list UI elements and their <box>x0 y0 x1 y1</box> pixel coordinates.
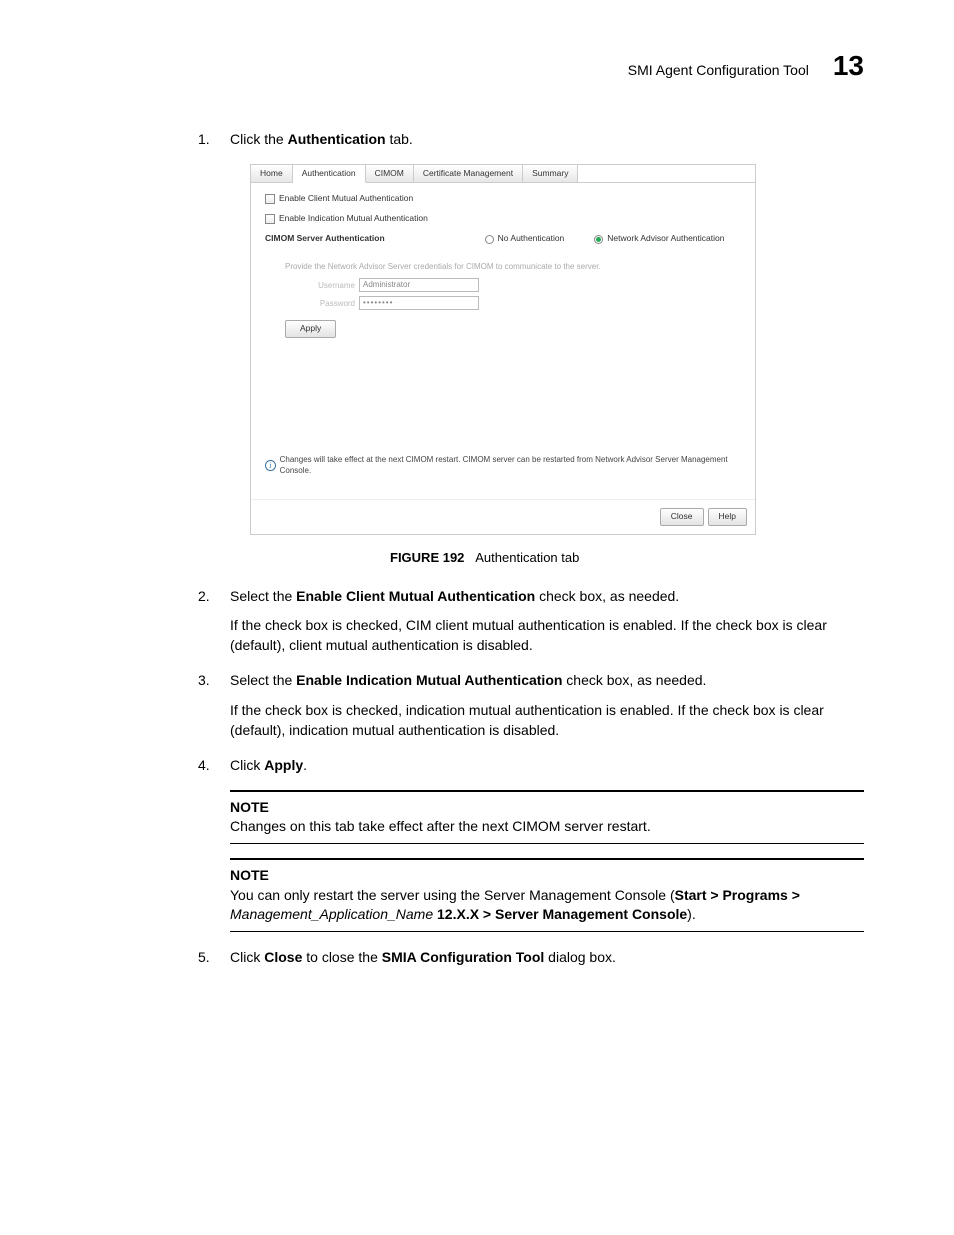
step-2-para: If the check box is checked, CIM client … <box>230 616 864 655</box>
note-2-bold1: Start > Programs > <box>675 887 800 903</box>
step-text-post: check box, as needed. <box>535 588 679 604</box>
step-text-bold: Enable Client Mutual Authentication <box>296 588 535 604</box>
step-2: 2. Select the Enable Client Mutual Authe… <box>230 587 864 656</box>
help-button[interactable]: Help <box>708 508 747 526</box>
tab-cert-mgmt[interactable]: Certificate Management <box>414 165 523 183</box>
info-icon: i <box>265 460 276 471</box>
step-5: 5. Click Close to close the SMIA Configu… <box>230 948 864 968</box>
step-number: 3. <box>198 671 210 691</box>
step-text-bold: Authentication <box>288 131 386 147</box>
step-1: 1. Click the Authentication tab. Home Au… <box>230 130 864 567</box>
figure-caption-text: Authentication tab <box>475 550 579 565</box>
password-label: Password <box>285 298 355 309</box>
tabbar: Home Authentication CIMOM Certificate Ma… <box>251 165 755 184</box>
network-advisor-auth-label: Network Advisor Authentication <box>607 233 724 245</box>
header-title: SMI Agent Configuration Tool <box>628 62 809 78</box>
screenshot-window: Home Authentication CIMOM Certificate Ma… <box>250 164 756 535</box>
note-title: NOTE <box>230 866 864 886</box>
tab-summary[interactable]: Summary <box>523 165 578 183</box>
step-text-post: tab. <box>386 131 413 147</box>
step-text-pre: Select the <box>230 588 296 604</box>
info-text: Changes will take effect at the next CIM… <box>280 454 741 476</box>
step-number: 2. <box>198 587 210 607</box>
cimom-server-auth-label: CIMOM Server Authentication <box>265 233 385 245</box>
step-5-t2: to close the <box>302 949 381 965</box>
step-text-post: check box, as needed. <box>562 672 706 688</box>
no-auth-radio[interactable] <box>485 235 494 244</box>
tab-home[interactable]: Home <box>251 165 293 183</box>
note-2-pre: You can only restart the server using th… <box>230 887 675 903</box>
step-5-t3: dialog box. <box>544 949 616 965</box>
page-header: SMI Agent Configuration Tool 13 <box>90 50 864 82</box>
tab-cimom[interactable]: CIMOM <box>366 165 414 183</box>
note-2-post: ). <box>687 906 696 922</box>
note-body: You can only restart the server using th… <box>230 886 864 925</box>
note-title: NOTE <box>230 798 864 818</box>
username-field[interactable]: Administrator <box>359 278 479 292</box>
step-text-pre: Click <box>230 757 264 773</box>
step-number: 5. <box>198 948 210 968</box>
step-number: 1. <box>198 130 210 150</box>
enable-indication-mutual-checkbox[interactable] <box>265 214 275 224</box>
enable-indication-mutual-label: Enable Indication Mutual Authentication <box>279 213 428 225</box>
note-1: NOTE Changes on this tab take effect aft… <box>230 790 864 844</box>
enable-client-mutual-checkbox[interactable] <box>265 194 275 204</box>
note-2-bold2: 12.X.X > Server Management Console <box>433 906 687 922</box>
step-5-b1: Close <box>264 949 302 965</box>
step-4: 4. Click Apply. NOTE Changes on this tab… <box>230 756 864 932</box>
apply-button[interactable]: Apply <box>285 320 336 338</box>
step-text-bold: Apply <box>264 757 303 773</box>
no-auth-label: No Authentication <box>498 233 565 245</box>
network-advisor-auth-radio[interactable] <box>594 235 603 244</box>
note-2-italic: Management_Application_Name <box>230 906 433 922</box>
step-text-post: . <box>303 757 307 773</box>
note-body: Changes on this tab take effect after th… <box>230 817 864 837</box>
username-label: Username <box>285 280 355 291</box>
tab-authentication[interactable]: Authentication <box>293 165 366 184</box>
step-text-bold: Enable Indication Mutual Authentication <box>296 672 562 688</box>
step-text-pre: Click the <box>230 131 288 147</box>
close-button[interactable]: Close <box>660 508 704 526</box>
chapter-number: 13 <box>833 50 864 82</box>
step-5-t1: Click <box>230 949 264 965</box>
step-5-b2: SMIA Configuration Tool <box>382 949 545 965</box>
step-number: 4. <box>198 756 210 776</box>
step-3-para: If the check box is checked, indication … <box>230 701 864 740</box>
credentials-hint: Provide the Network Advisor Server crede… <box>285 261 741 272</box>
enable-client-mutual-label: Enable Client Mutual Authentication <box>279 193 413 205</box>
password-field[interactable]: •••••••• <box>359 296 479 310</box>
note-2: NOTE You can only restart the server usi… <box>230 858 864 932</box>
step-3: 3. Select the Enable Indication Mutual A… <box>230 671 864 740</box>
figure-label: FIGURE 192 <box>390 550 464 565</box>
figure-caption: FIGURE 192 Authentication tab <box>390 549 864 567</box>
step-text-pre: Select the <box>230 672 296 688</box>
